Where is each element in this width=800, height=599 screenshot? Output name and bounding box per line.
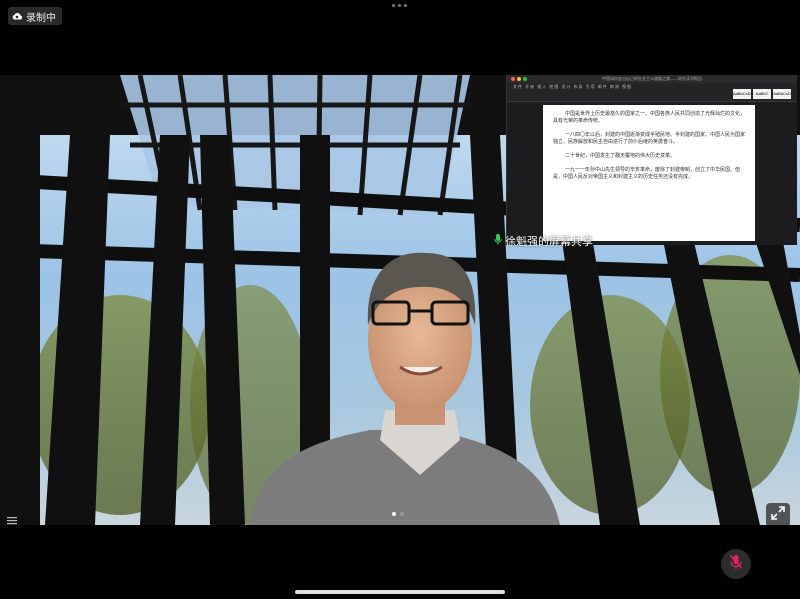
- network-status-icon: [6, 512, 18, 525]
- doc-paragraph: 中国是世界上历史最悠久的国家之一。中国各族人民共同创造了光辉灿烂的文化，具有光荣…: [553, 111, 746, 124]
- shared-window-titlebar: 中国如何走出自己的社会主义道路之路——研究读书报告: [507, 75, 797, 83]
- doc-paragraph: 一八四〇年以后，封建的中国逐渐变成半殖民地、半封建的国家。中国人民为国家独立、民…: [553, 132, 746, 145]
- recording-badge[interactable]: 录制中: [8, 7, 62, 25]
- style-heading: AaBbC: [753, 89, 771, 99]
- page-dot-active[interactable]: [392, 512, 396, 516]
- top-bar: 录制中: [0, 0, 800, 75]
- screen-share-owner: 徐魁强的屏幕共享: [505, 236, 593, 248]
- expand-icon: [771, 505, 785, 525]
- page-indicator[interactable]: [392, 512, 404, 516]
- style-normal: AaBbCcDd: [733, 89, 753, 99]
- mic-active-icon: [494, 234, 502, 248]
- shared-window-ribbon: 文件 开始 插入 绘图 设计 布局 引用 邮件 审阅 视图 AaBbCcDd A…: [507, 83, 797, 102]
- expand-button[interactable]: [766, 503, 790, 527]
- shared-window-title: 中国如何走出自己的社会主义道路之路——研究读书报告: [602, 76, 702, 81]
- doc-paragraph: 二十世纪，中国发生了翻天覆地的伟大历史变革。: [565, 153, 676, 159]
- screen-share-label: 徐魁强的屏幕共享: [494, 233, 593, 249]
- ribbon-tabs: 文件 开始 插入 绘图 设计 布局 引用 邮件 审阅 视图: [513, 84, 633, 89]
- style-subtitle: AaBbCcD: [773, 89, 791, 99]
- shared-document-page: 中国是世界上历史最悠久的国家之一。中国各族人民共同创造了光辉灿烂的文化，具有光荣…: [543, 105, 755, 241]
- more-menu-icon[interactable]: [392, 4, 407, 7]
- bottom-bar: [0, 525, 800, 599]
- page-dot[interactable]: [400, 512, 404, 516]
- home-indicator[interactable]: [295, 590, 505, 594]
- cloud-record-icon: [12, 12, 22, 20]
- screen-share-thumbnail[interactable]: 中国如何走出自己的社会主义道路之路——研究读书报告 文件 开始 插入 绘图 设计…: [506, 75, 797, 245]
- mic-muted-icon: [729, 554, 743, 575]
- mute-toggle-button[interactable]: [721, 549, 751, 579]
- recording-label: 录制中: [26, 12, 56, 24]
- doc-paragraph: 一九一一年孙中山先生领导的辛亥革命，废除了封建帝制，创立了中华民国。但是，中国人…: [553, 167, 741, 180]
